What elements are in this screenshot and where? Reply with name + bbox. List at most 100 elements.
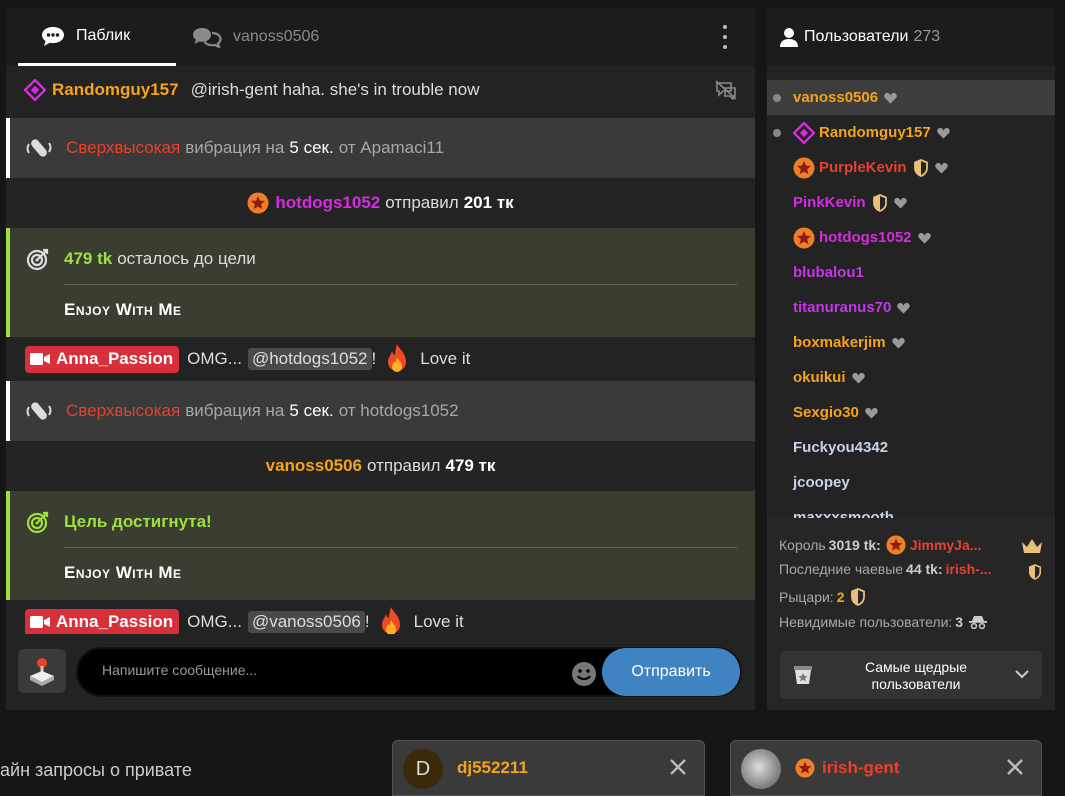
list-item[interactable]: boxmakerjim	[767, 325, 1055, 360]
tab-private-label: vanoss0506	[233, 28, 320, 45]
list-item: vanoss0506 отправил 479 тк	[6, 441, 755, 491]
last-tip-stat: Последние чаевые 44 tk: irish-...	[779, 561, 992, 577]
send-button[interactable]: Отправить	[602, 648, 740, 696]
emoji-icon[interactable]	[571, 661, 597, 687]
message-text: OMG...	[187, 349, 242, 368]
tip-amount: 479 тк	[445, 456, 496, 475]
heart-icon	[851, 372, 865, 383]
list-item[interactable]: jcoopey	[767, 465, 1055, 500]
user-name: okuikui	[793, 369, 846, 386]
user-name: vanoss0506	[793, 89, 879, 106]
broadcaster-badge[interactable]: Anna_Passion	[25, 345, 180, 373]
tab-public[interactable]: Паблик	[18, 8, 176, 66]
list-item[interactable]: hotdogs1052	[767, 220, 1055, 255]
user-mention[interactable]: @vanoss0506	[247, 611, 365, 633]
list-item[interactable]: titanuranus70	[767, 290, 1055, 325]
message-text: Love it	[413, 612, 464, 631]
private-request-popup[interactable]: D dj552211	[392, 740, 705, 796]
list-item[interactable]: PurpleKevin	[767, 150, 1055, 185]
goal-title: Enjoy With Me	[64, 300, 182, 319]
vibration-icon	[26, 402, 52, 420]
star-badge-icon	[793, 157, 815, 178]
message-text: отправил	[367, 456, 441, 475]
message-text: @irish-gent haha. she's in trouble now	[190, 80, 480, 99]
camera-icon	[30, 353, 50, 365]
message-text: отправил	[385, 193, 459, 212]
last-tip-user[interactable]: irish-...	[946, 561, 992, 577]
chat-username[interactable]: hotdogs1052	[275, 193, 380, 213]
close-icon[interactable]	[668, 757, 688, 777]
tab-private-conversation[interactable]: vanoss0506	[191, 8, 319, 66]
list-item[interactable]: Randomguy157	[767, 115, 1055, 150]
room-stats: Король 3019 tk: JimmyJa... Последние чае…	[767, 518, 1055, 710]
user-mention[interactable]: @hotdogs1052	[247, 348, 372, 370]
chat-username[interactable]: vanoss0506	[266, 456, 362, 476]
list-item: Randomguy157 @irish-gent haha. she's in …	[6, 72, 755, 108]
tip-amount: 201 тк	[463, 193, 514, 212]
lovense-control-button[interactable]	[18, 649, 66, 693]
user-icon	[780, 28, 798, 47]
translate-icon[interactable]	[715, 80, 737, 100]
user-name: blubalou1	[793, 264, 864, 281]
broadcaster-name: Anna_Passion	[56, 349, 174, 368]
shield-icon	[872, 193, 887, 212]
users-header: Пользователи 273	[767, 8, 1055, 66]
list-item[interactable]: vanoss0506	[767, 80, 1055, 115]
popup-username[interactable]: dj552211	[457, 758, 528, 778]
list-item: Цель достигнута! Enjoy With Me	[6, 491, 755, 600]
popup-username[interactable]: irish-gent	[822, 758, 899, 778]
chat-menu-button[interactable]	[717, 25, 733, 49]
message-text: вибрация на	[185, 401, 285, 420]
users-title: Пользователи	[804, 28, 909, 45]
user-name: Fuckyou4342	[793, 439, 889, 456]
message-input-wrapper: Отправить	[76, 647, 742, 697]
chat-bubble-icon	[42, 26, 64, 46]
vibration-from: от Apamaci11	[338, 138, 445, 157]
king-amount: 3019 tk:	[828, 537, 881, 553]
list-item[interactable]: Sexgio30	[767, 395, 1055, 430]
list-item[interactable]: Fuckyou4342	[767, 430, 1055, 465]
private-request-popup[interactable]: irish-gent	[730, 740, 1042, 796]
broadcaster-badge[interactable]: Anna_Passion	[25, 608, 180, 634]
heart-icon	[893, 197, 907, 208]
diamond-icon	[793, 121, 815, 144]
king-label: Король	[779, 537, 826, 553]
goal-reached-title: Цель достигнута!	[64, 512, 212, 531]
list-item[interactable]: maxxxsmooth	[767, 500, 1055, 518]
message-input[interactable]	[102, 662, 562, 678]
vibration-level: Сверхвысокая	[66, 138, 181, 157]
heart-icon	[884, 92, 897, 103]
message-text: !	[364, 612, 370, 631]
heart-icon	[865, 407, 878, 418]
list-item: Сверхвысокая вибрация на 5 сек. от hotdo…	[6, 381, 755, 441]
message-input-bar: Отправить	[6, 634, 755, 710]
message-text: осталось до цели	[117, 249, 256, 268]
vibration-level: Сверхвысокая	[66, 401, 181, 420]
invisible-stat: Невидимые пользователи: 3	[779, 614, 988, 630]
most-generous-dropdown[interactable]: Самые щедрые пользователи	[780, 651, 1042, 699]
message-list[interactable]: Randomguy157 @irish-gent haha. she's in …	[6, 72, 755, 634]
online-dot	[773, 94, 781, 102]
last-tip-label: Последние чаевые	[779, 561, 904, 577]
chat-username[interactable]: Randomguy157	[52, 80, 179, 100]
tab-public-label: Паблик	[76, 26, 131, 44]
last-tip-amount: 44 tk:	[906, 561, 943, 577]
user-name: maxxxsmooth	[793, 509, 894, 518]
king-user[interactable]: JimmyJa...	[910, 537, 982, 553]
knights-count: 2	[836, 589, 845, 605]
heart-icon	[897, 302, 911, 313]
shield-icon	[913, 158, 928, 177]
avatar-initial: D	[415, 757, 431, 780]
list-item: Сверхвысокая вибрация на 5 сек. от Apama…	[6, 118, 755, 178]
vibration-icon	[26, 139, 52, 157]
list-item[interactable]: okuikui	[767, 360, 1055, 395]
chat-tabs: Паблик vanoss0506	[6, 8, 755, 66]
user-list[interactable]: vanoss0506 Randomguy157 PurpleKevin Pink…	[767, 80, 1055, 518]
users-panel: Пользователи 273 vanoss0506 Randomguy157…	[767, 8, 1055, 710]
list-item[interactable]: blubalou1	[767, 255, 1055, 290]
divider	[64, 284, 737, 285]
list-item[interactable]: PinkKevin	[767, 185, 1055, 220]
close-icon[interactable]	[1005, 757, 1025, 777]
goal-title: Enjoy With Me	[64, 563, 182, 582]
user-name: hotdogs1052	[819, 229, 912, 246]
